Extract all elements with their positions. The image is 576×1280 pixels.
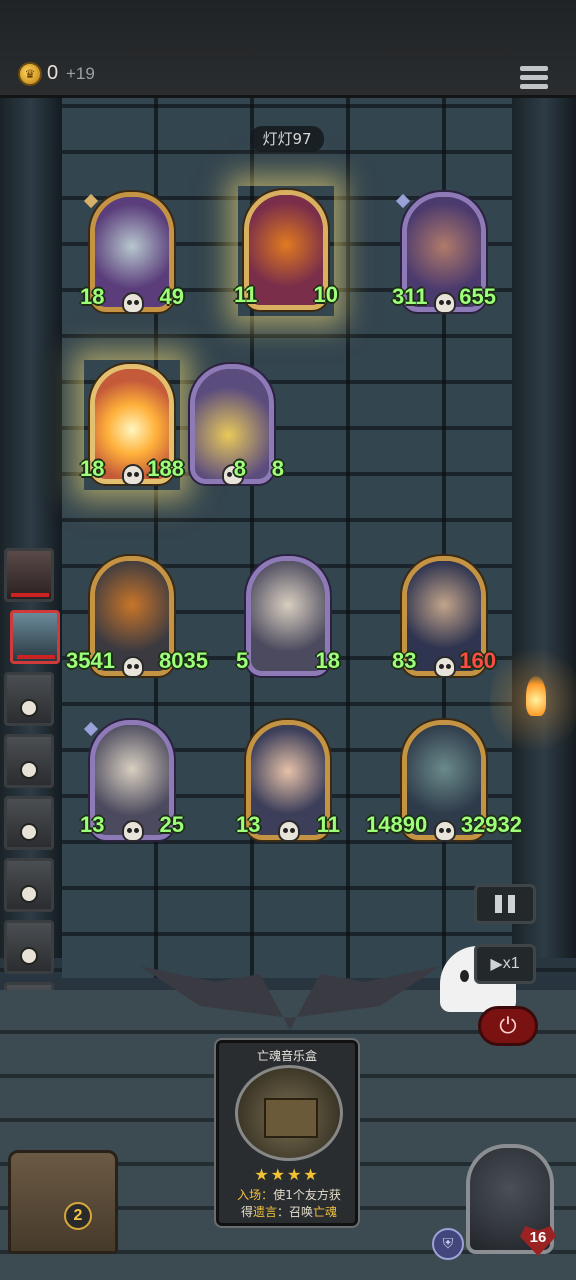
opponent-roster [0,548,60,1044]
robot-portrait [95,197,169,307]
skull-icon [20,947,38,965]
skull-icon [122,656,144,678]
health-stat: 10 [313,282,338,307]
spell-card-stars: ★★★★ [254,1165,320,1184]
skull-icon [434,820,456,842]
enemy-minion-robot[interactable]: 18 49 [80,188,184,318]
treasure-chest-button[interactable] [8,1150,118,1254]
spell-card-art [235,1065,343,1161]
spell-card-title: 亡魂音乐盒 [256,1049,317,1063]
description-text: 使1个友方获 [273,1188,341,1202]
speed-label: x1 [502,955,520,972]
attack-stat: 18 [80,456,105,481]
keyword-text: 遗言 [252,1205,277,1219]
roster-hero-hooded-girl[interactable] [4,548,54,602]
gold-income: +19 [66,64,95,83]
skull-icon [122,464,144,486]
attack-stat: 5 [236,648,249,673]
health-stat: 188 [147,456,184,481]
old-witch-portrait [251,561,325,671]
attack-stat: 13 [236,812,261,837]
attack-stat: 18 [80,284,105,309]
player-minion-pumpkin-mummy[interactable]: 3541 8035 [66,552,208,682]
player-minion-dark-hair-girl[interactable]: 13 11 [236,716,340,846]
enemy-minion-brute[interactable]: 311 655 [392,188,496,318]
attack-stat: 83 [392,648,417,673]
attack-stat: 3541 [66,648,115,673]
player-minion-old-witch-2[interactable]: 13 25 [80,716,184,846]
spell-card-description: 入场：使1个友方获 得遗言：召唤亡魂 [223,1187,355,1221]
keyword-text: 入场： [237,1188,274,1202]
roster-hero-blue-goblin[interactable] [10,610,60,664]
enemy-minion-pumpkin[interactable]: 11 10 [234,186,338,316]
roster-hero-dead-2[interactable] [4,734,54,788]
top-bar: ♛ 0 +19 [0,0,576,98]
enemy-minion-gold-robot[interactable]: 8 8 [184,360,284,490]
player-minion-frankenstein[interactable]: 14890 32932 [366,716,522,846]
health-stat: 18 [315,648,340,673]
attack-stat: 13 [80,812,105,837]
roster-hero-dead-3[interactable] [4,796,54,850]
player-minion-old-witch[interactable]: 5 18 [236,552,340,682]
surrender-button[interactable]: ⏻ [478,1006,538,1046]
pumpkin-portrait [249,195,323,305]
health-stat: 32932 [460,812,522,837]
game-screen: ♛ 0 +19 灯灯97 18 49 11 10 311 655 18 18 8 … [0,0,576,1280]
speed-button[interactable]: ▶ x1 [474,944,536,984]
skull-icon [122,820,144,842]
skull-icon [20,885,38,903]
enemy-minion-fire[interactable]: 18 188 [80,360,184,490]
power-icon: ⏻ [499,1013,517,1038]
menu-icon[interactable] [520,66,548,94]
roster-hero-dead-1[interactable] [4,672,54,726]
attack-stat: 14890 [366,812,428,837]
health-stat: 25 [159,812,184,837]
health-stat: 160 [459,648,496,673]
health-stat: 8 [271,456,284,481]
skull-icon [434,656,456,678]
keyword-text: 亡魂 [313,1205,338,1219]
chest-counter: 2 [64,1202,92,1230]
health-stat: 49 [159,284,184,309]
player-minion-hooded-thief[interactable]: 83 160 [392,552,496,682]
torch-flame-icon [526,676,546,716]
skull-icon [20,761,38,779]
health-stat: 8035 [159,648,208,673]
pause-button[interactable] [474,884,536,924]
opponent-name: 灯灯97 [250,126,324,152]
gold-amount: 0 [47,62,59,84]
description-text: ：召唤 [277,1205,314,1219]
skull-icon [20,699,38,717]
gold-robot-portrait [195,369,269,479]
health-stat: 8 [233,456,246,481]
music-box-icon [264,1098,318,1138]
old-witch-portrait [95,725,169,835]
attack-stat: 311 [392,284,428,309]
dark-hair-girl-portrait [251,725,325,835]
spell-card[interactable]: 亡魂音乐盒 ★★★★ 入场：使1个友方获 得遗言：召唤亡魂 [216,1040,358,1226]
health-stat: 655 [459,284,496,309]
health-stat: 11 [316,812,340,837]
skull-icon [434,292,456,314]
roster-hero-dead-4[interactable] [4,858,54,912]
gold-coin-icon: ♛ [18,62,42,86]
shield-icon: ⛨ [432,1228,464,1260]
skull-icon [278,820,300,842]
skull-icon [20,823,38,841]
roster-hero-dead-5[interactable] [4,920,54,974]
attack-stat: 11 [234,282,258,307]
description-text: 得 [240,1205,253,1219]
skull-icon [122,292,144,314]
